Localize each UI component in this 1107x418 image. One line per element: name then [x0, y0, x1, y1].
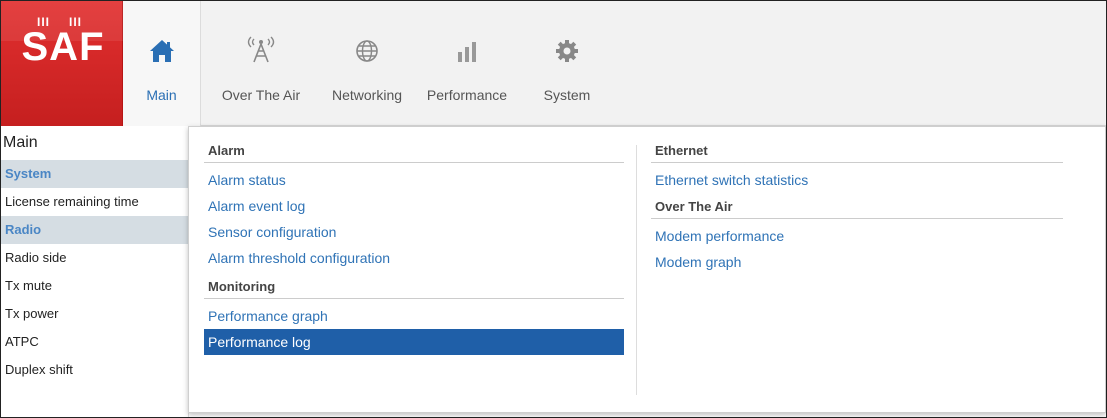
- link-performance-log[interactable]: Performance log: [204, 329, 624, 355]
- home-icon: [149, 1, 175, 63]
- sidebar: Main System License remaining time Radio…: [1, 126, 189, 417]
- nav-item-performance[interactable]: Performance: [413, 1, 521, 126]
- group-title-over-the-air: Over The Air: [651, 197, 1063, 219]
- sidebar-title: Main: [3, 134, 38, 151]
- link-modem-graph[interactable]: Modem graph: [651, 249, 1063, 275]
- sidebar-item-duplex-shift[interactable]: Duplex shift: [1, 356, 188, 384]
- sidebar-item-radio-side[interactable]: Radio side: [1, 244, 188, 272]
- group-title-monitoring: Monitoring: [204, 277, 624, 299]
- nav-item-over-the-air[interactable]: Over The Air: [201, 1, 321, 126]
- nav-label-main: Main: [146, 87, 177, 103]
- nav-item-main[interactable]: Main: [123, 1, 201, 126]
- saf-logo[interactable]: III III SAF: [1, 1, 123, 126]
- column-divider: [636, 145, 637, 395]
- link-alarm-threshold-configuration[interactable]: Alarm threshold configuration: [204, 245, 624, 271]
- sidebar-item-tx-power[interactable]: Tx power: [1, 300, 188, 328]
- antenna-icon: [245, 1, 277, 63]
- group-title-ethernet: Ethernet: [651, 141, 1063, 163]
- logo-text: SAF: [21, 25, 105, 69]
- nav-item-networking[interactable]: Networking: [321, 1, 413, 126]
- sidebar-item-tx-mute[interactable]: Tx mute: [1, 272, 188, 300]
- nav-label-system: System: [543, 87, 591, 103]
- main-dropdown-menu: Alarm Alarm status Alarm event log Senso…: [188, 126, 1106, 413]
- sidebar-section-radio[interactable]: Radio: [1, 216, 188, 244]
- gear-icon: [555, 1, 579, 63]
- link-modem-performance[interactable]: Modem performance: [651, 223, 1063, 249]
- nav-item-system[interactable]: System: [521, 1, 613, 126]
- nav-label-networking: Networking: [331, 87, 403, 103]
- group-title-alarm: Alarm: [204, 141, 624, 163]
- link-sensor-configuration[interactable]: Sensor configuration: [204, 219, 624, 245]
- sidebar-item-license-remaining-time[interactable]: License remaining time: [1, 188, 188, 216]
- link-alarm-event-log[interactable]: Alarm event log: [204, 193, 624, 219]
- dropdown-column-left: Alarm Alarm status Alarm event log Senso…: [204, 127, 624, 355]
- nav-label-performance: Performance: [426, 87, 508, 103]
- dropdown-column-right: Ethernet Ethernet switch statistics Over…: [651, 127, 1063, 275]
- sidebar-item-atpc[interactable]: ATPC: [1, 328, 188, 356]
- link-ethernet-switch-statistics[interactable]: Ethernet switch statistics: [651, 167, 1063, 193]
- nav-label-over-the-air: Over The Air: [221, 87, 301, 103]
- link-alarm-status[interactable]: Alarm status: [204, 167, 624, 193]
- link-performance-graph[interactable]: Performance graph: [204, 303, 624, 329]
- globe-icon: [355, 1, 379, 63]
- main-nav: Main Over The Air Networking Performance…: [123, 1, 613, 126]
- top-navigation-bar: III III SAF Main Over The Air Networking…: [1, 1, 1106, 126]
- bar-chart-icon: [457, 1, 477, 63]
- sidebar-section-system[interactable]: System: [1, 160, 188, 188]
